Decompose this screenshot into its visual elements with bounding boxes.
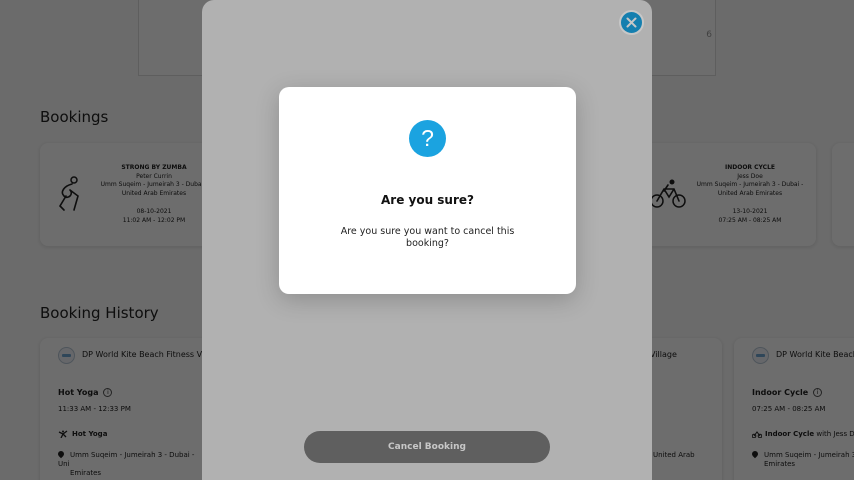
dialog-title: Are you sure? [380,193,474,207]
confirm-dialog: ? Are you sure? Are you sure you want to… [279,87,576,294]
dialog-message: Are you sure you want to cancel this boo… [340,226,515,249]
question-mark-icon: ? [409,120,446,157]
